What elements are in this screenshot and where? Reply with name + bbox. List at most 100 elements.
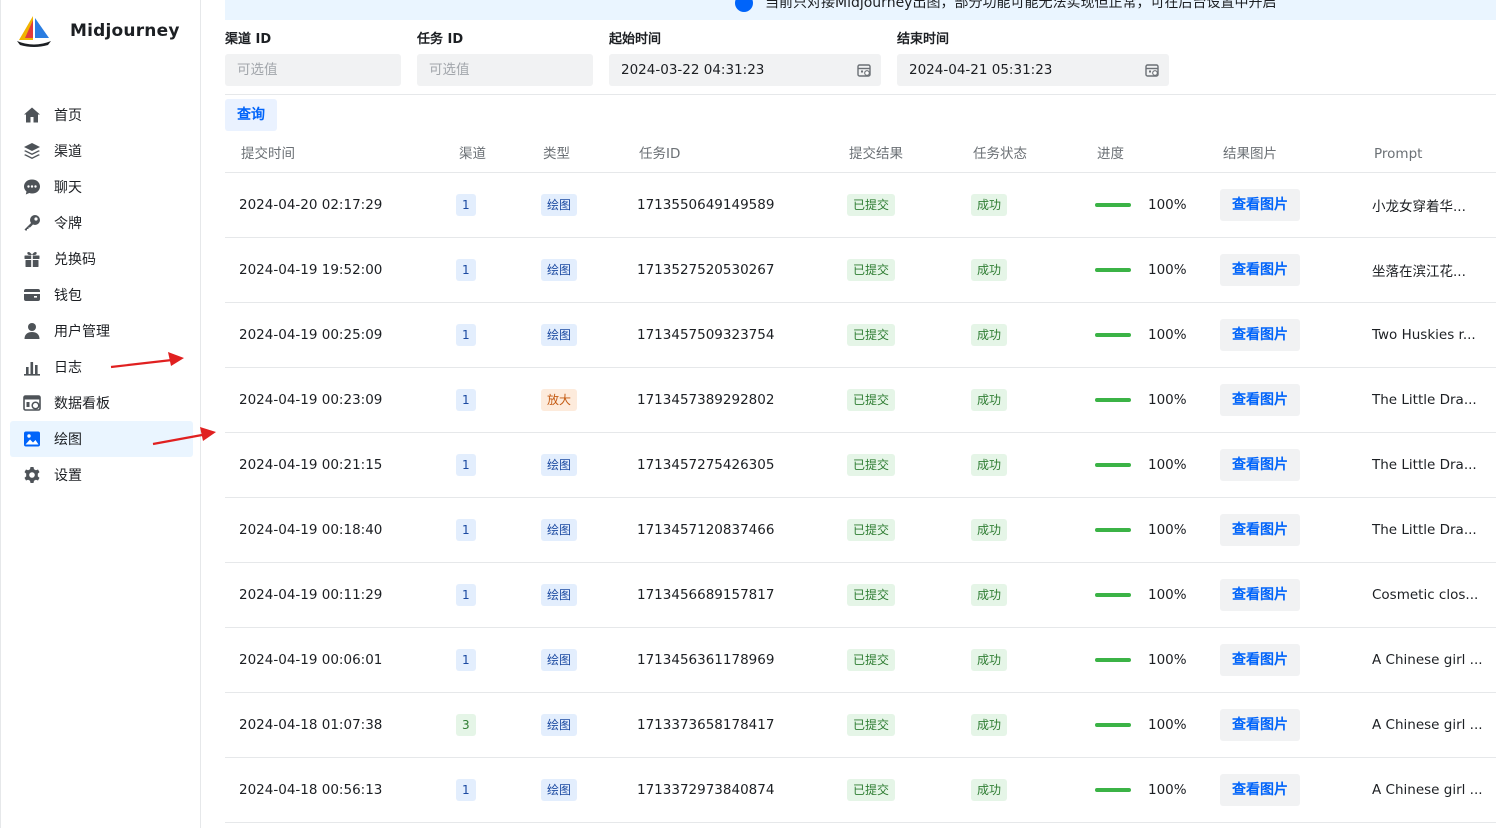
annotation-arrow bbox=[110, 352, 184, 369]
table-cell: 查看图片 bbox=[1220, 693, 1300, 757]
view-image-button[interactable]: 查看图片 bbox=[1220, 644, 1300, 676]
view-image-button[interactable]: 查看图片 bbox=[1220, 579, 1300, 611]
table-cell: 已提交 bbox=[847, 238, 896, 302]
table-cell: 成功 bbox=[971, 303, 1008, 367]
table-row: 2024-04-18 01:07:38 3 绘图 1713373658178417 已提… bbox=[225, 693, 1496, 758]
submit-result-tag: 已提交 bbox=[847, 259, 896, 281]
task-status-tag: 成功 bbox=[971, 194, 1008, 216]
prompt-text: A Chinese girl ... bbox=[1372, 717, 1483, 733]
table-cell: 1713550649149589 bbox=[637, 173, 774, 237]
task-id-input[interactable]: 可选值 bbox=[417, 54, 593, 86]
type-tag: 绘图 bbox=[541, 519, 578, 541]
progress-bar bbox=[1095, 723, 1131, 727]
view-image-button[interactable]: 查看图片 bbox=[1220, 709, 1300, 741]
table-cell: 查看图片 bbox=[1220, 238, 1300, 302]
column-header[interactable]: 任务状态 bbox=[973, 136, 1027, 173]
channel-id-input[interactable]: 可选值 bbox=[225, 54, 401, 86]
column-header[interactable]: 任务ID bbox=[639, 136, 680, 173]
table-cell: 查看图片 bbox=[1220, 628, 1300, 692]
submit-result-tag: 已提交 bbox=[847, 714, 896, 736]
progress-value: 100% bbox=[1148, 782, 1187, 798]
end-time-field: 结束时间 2024-04-21 05:31:23 bbox=[897, 30, 1169, 86]
prompt-text: Cosmetic clos... bbox=[1372, 587, 1479, 603]
sidebar-item[interactable]: 令牌 bbox=[10, 205, 193, 241]
type-tag: 绘图 bbox=[541, 194, 578, 216]
column-header[interactable]: 类型 bbox=[543, 136, 570, 173]
task-id: 1713373658178417 bbox=[637, 717, 775, 733]
view-image-button[interactable]: 查看图片 bbox=[1220, 774, 1300, 806]
task-status-tag: 成功 bbox=[971, 519, 1008, 541]
sidebar-item[interactable]: 设置 bbox=[10, 457, 193, 493]
column-header[interactable]: 渠道 bbox=[459, 136, 486, 173]
calendar-icon[interactable] bbox=[1145, 63, 1159, 77]
table-cell: 绘图 bbox=[541, 628, 578, 692]
table-cell: 100% bbox=[1095, 368, 1187, 432]
view-image-button[interactable]: 查看图片 bbox=[1220, 319, 1300, 351]
view-image-button[interactable]: 查看图片 bbox=[1220, 384, 1300, 416]
table-cell: 1713456361178969 bbox=[637, 628, 774, 692]
table-cell: 1713457389292802 bbox=[637, 368, 774, 432]
view-image-button[interactable]: 查看图片 bbox=[1220, 449, 1300, 481]
sidebar-item[interactable]: 渠道 bbox=[10, 133, 193, 169]
sidebar: Midjourney 首页 渠道 聊天 令牌 兑换码 钱包 用户管理 日志 数据看板 绘图 设置 bbox=[0, 0, 201, 828]
type-tag: 绘图 bbox=[541, 649, 578, 671]
column-header[interactable]: Prompt bbox=[1374, 136, 1422, 173]
channel-id-field: 渠道 ID 可选值 bbox=[225, 30, 401, 86]
view-image-button[interactable]: 查看图片 bbox=[1220, 189, 1300, 221]
end-time-input[interactable]: 2024-04-21 05:31:23 bbox=[897, 54, 1169, 86]
table-cell: 绘图 bbox=[541, 433, 578, 497]
table-cell: 100% bbox=[1095, 238, 1187, 302]
sidebar-item[interactable]: 聊天 bbox=[10, 169, 193, 205]
table-row: 2024-04-19 00:06:01 1 绘图 1713456361178969 已提… bbox=[225, 628, 1496, 693]
task-table: 提交时间 渠道 类型 任务ID 提交结果 任务状态 进度 结果图片 Prompt 2024-04… bbox=[225, 136, 1496, 823]
view-image-button[interactable]: 查看图片 bbox=[1220, 254, 1300, 286]
submit-time: 2024-04-19 00:25:09 bbox=[239, 327, 383, 343]
table-cell: 2024-04-19 00:11:29 bbox=[239, 563, 382, 627]
task-id: 1713456361178969 bbox=[637, 652, 775, 668]
prompt-text: 坐落在滨江花... bbox=[1372, 264, 1466, 280]
table-cell: 1 bbox=[456, 368, 476, 432]
table-cell: 查看图片 bbox=[1220, 563, 1300, 627]
calendar-icon[interactable] bbox=[857, 63, 871, 77]
table-header: 提交时间 渠道 类型 任务ID 提交结果 任务状态 进度 结果图片 Prompt bbox=[225, 136, 1496, 173]
table-cell: 成功 bbox=[971, 238, 1008, 302]
sidebar-item[interactable]: 用户管理 bbox=[10, 313, 193, 349]
notice-banner: 当前只对接Midjourney出图，部分功能可能无法实现但正常，可在后台设置中开… bbox=[225, 0, 1496, 20]
task-status-tag: 成功 bbox=[971, 454, 1008, 476]
table-cell: 2024-04-19 00:25:09 bbox=[239, 303, 382, 367]
prompt-text: The Little Dra... bbox=[1372, 457, 1477, 473]
sidebar-item[interactable]: 数据看板 bbox=[10, 385, 193, 421]
channel-tag: 1 bbox=[456, 324, 476, 346]
submit-time: 2024-04-19 00:06:01 bbox=[239, 652, 383, 668]
sidebar-item[interactable]: 兑换码 bbox=[10, 241, 193, 277]
column-header[interactable]: 结果图片 bbox=[1223, 136, 1277, 173]
layers-icon bbox=[22, 141, 42, 161]
table-cell: 查看图片 bbox=[1220, 368, 1300, 432]
table-cell: A Chinese girl ... bbox=[1372, 758, 1483, 822]
task-id-label: 任务 ID bbox=[417, 32, 464, 47]
prompt-text: 小龙女穿着华... bbox=[1372, 199, 1466, 215]
query-button[interactable]: 查询 bbox=[225, 99, 277, 131]
app-logo[interactable]: Midjourney bbox=[15, 14, 180, 48]
column-header[interactable]: 进度 bbox=[1097, 136, 1124, 173]
progress-bar bbox=[1095, 463, 1131, 467]
column-header[interactable]: 提交结果 bbox=[849, 136, 903, 173]
progress-value: 100% bbox=[1148, 197, 1187, 213]
prompt-text: A Chinese girl ... bbox=[1372, 782, 1483, 798]
sidebar-item[interactable]: 钱包 bbox=[10, 277, 193, 313]
task-id: 1713456689157817 bbox=[637, 587, 775, 603]
table-cell: 100% bbox=[1095, 173, 1187, 237]
column-header[interactable]: 提交时间 bbox=[241, 136, 295, 173]
gear-icon bbox=[22, 465, 42, 485]
table-cell: 成功 bbox=[971, 758, 1008, 822]
table-cell: 绘图 bbox=[541, 498, 578, 562]
table-cell: 2024-04-18 00:56:13 bbox=[239, 758, 382, 822]
table-cell: 查看图片 bbox=[1220, 498, 1300, 562]
task-id: 1713457275426305 bbox=[637, 457, 775, 473]
view-image-button[interactable]: 查看图片 bbox=[1220, 514, 1300, 546]
start-time-input[interactable]: 2024-03-22 04:31:23 bbox=[609, 54, 881, 86]
progress-value: 100% bbox=[1148, 457, 1187, 473]
end-time-value: 2024-04-21 05:31:23 bbox=[909, 62, 1053, 78]
table-cell: 1713457120837466 bbox=[637, 498, 774, 562]
sidebar-item[interactable]: 首页 bbox=[10, 97, 193, 133]
